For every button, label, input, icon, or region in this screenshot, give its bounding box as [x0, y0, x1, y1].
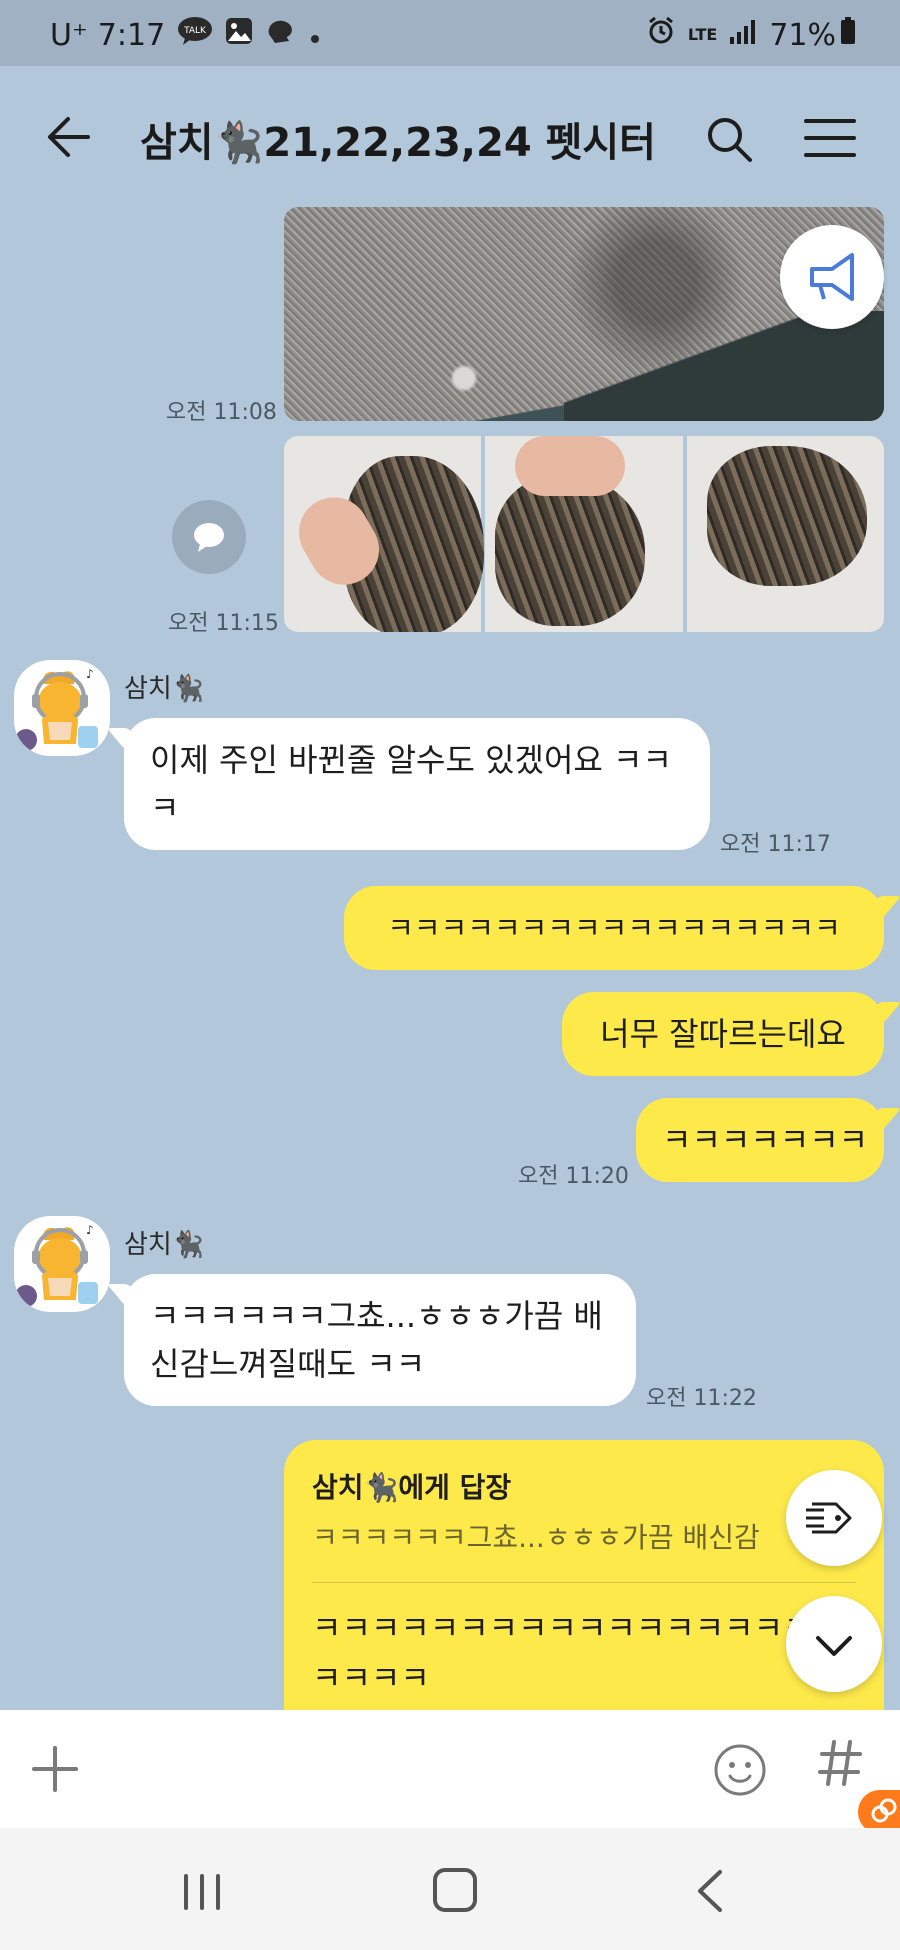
hashtag-icon — [818, 1740, 862, 1786]
plus-icon — [32, 1746, 78, 1792]
clock: 7:17 — [97, 17, 166, 53]
reply-quote: ㅋㅋㅋㅋㅋㅋ그쵸...ㅎㅎㅎ가끔 배신감 — [312, 1521, 760, 1554]
announcement-button[interactable] — [780, 225, 884, 329]
arrow-left-icon — [48, 117, 90, 157]
carrier-label: U⁺ — [50, 17, 88, 53]
character-avatar-icon: ♪ — [15, 667, 98, 751]
search-icon — [708, 118, 752, 162]
chevron-down-icon — [816, 1636, 852, 1656]
speech-bubble-icon — [194, 523, 224, 552]
share-button[interactable] — [172, 500, 246, 574]
sender-name: 삼치🐈‍⬛ — [124, 674, 205, 704]
message-time: 오전 11:15 — [168, 611, 279, 636]
menu-button[interactable] — [804, 118, 856, 158]
talk-notification-icon: TALK — [177, 16, 213, 54]
scroll-down-button[interactable] — [786, 1596, 882, 1692]
message-time: 오전 11:20 — [518, 1164, 629, 1189]
cat-photo[interactable] — [485, 436, 683, 632]
svg-text:♪: ♪ — [86, 1223, 94, 1237]
system-navigation-bar — [0, 1828, 900, 1950]
message-time: 오전 11:17 — [720, 832, 831, 857]
photo-group-message[interactable] — [284, 436, 884, 632]
back-button[interactable] — [42, 110, 96, 164]
svg-text:♪: ♪ — [86, 667, 94, 681]
outgoing-message[interactable]: ㅋㅋㅋㅋㅋㅋㅋ — [636, 1098, 884, 1182]
chevron-left-icon — [698, 1870, 722, 1912]
message-time: 오전 11:08 — [166, 400, 277, 425]
character-avatar-icon: ♪ — [15, 1223, 98, 1307]
hamburger-menu-icon — [804, 119, 856, 157]
outgoing-message[interactable]: ㅋㅋㅋㅋㅋㅋㅋㅋㅋㅋㅋㅋㅋㅋㅋㅋㅋ — [344, 886, 884, 970]
battery-percent: 71% — [769, 17, 836, 53]
incoming-message[interactable]: 이제 주인 바뀐줄 알수도 있겠어요 ㅋㅋㅋ — [124, 718, 710, 850]
threads-notification-icon — [265, 17, 297, 53]
emoji-button[interactable] — [712, 1742, 768, 1798]
search-button[interactable] — [704, 114, 754, 164]
tag-list-icon — [806, 1502, 852, 1534]
lte-label: LTE — [687, 25, 718, 44]
recent-apps-icon — [184, 1874, 220, 1910]
message-input-bar — [0, 1710, 900, 1828]
attach-button[interactable] — [30, 1744, 80, 1794]
incoming-message[interactable]: ㅋㅋㅋㅋㅋㅋ그쵸...ㅎㅎㅎ가끔 배신감느껴질때도 ㅋㅋ — [124, 1274, 636, 1406]
smiley-icon — [714, 1744, 766, 1796]
sender-name: 삼치🐈‍⬛ — [124, 1230, 205, 1260]
home-button[interactable] — [433, 1868, 477, 1912]
outgoing-message[interactable]: 너무 잘따르는데요 — [562, 992, 884, 1076]
battery-icon — [840, 17, 856, 53]
message-time: 오전 11:22 — [646, 1386, 757, 1411]
hand-figure — [515, 436, 626, 496]
alarm-icon — [646, 16, 676, 54]
chat-header: 삼치🐈‍⬛21,22,23,24 펫시터 — [0, 66, 900, 206]
gallery-notification-icon — [225, 17, 253, 53]
hashtag-button[interactable] — [818, 1738, 862, 1800]
system-back-button[interactable] — [690, 1868, 730, 1914]
reply-divider — [312, 1582, 856, 1583]
recent-apps-button[interactable] — [180, 1872, 224, 1912]
cat-photo[interactable] — [686, 436, 884, 632]
cat-figure — [495, 476, 646, 626]
reply-text: ㅋㅋㅋㅋㅋㅋㅋㅋㅋㅋㅋㅋㅋㅋㅋㅋㅋㅋㅋㅋㅋㅋ — [312, 1609, 842, 1697]
cat-figure — [706, 446, 867, 586]
megaphone-icon — [810, 253, 854, 301]
cat-photo[interactable] — [284, 436, 484, 632]
more-notifications-dot-icon — [309, 18, 321, 53]
chat-title: 삼치🐈‍⬛21,22,23,24 펫시터 — [140, 120, 656, 166]
talk-icon-label: TALK — [183, 26, 207, 36]
status-bar: U⁺ 7:17 TALK LTE 71% — [0, 0, 900, 66]
avatar[interactable]: ♪ — [14, 660, 110, 756]
tag-button[interactable] — [786, 1470, 882, 1566]
signal-icon — [729, 18, 757, 53]
avatar[interactable]: ♪ — [14, 1216, 110, 1312]
reply-title: 삼치🐈‍⬛에게 답장 — [312, 1471, 512, 1504]
